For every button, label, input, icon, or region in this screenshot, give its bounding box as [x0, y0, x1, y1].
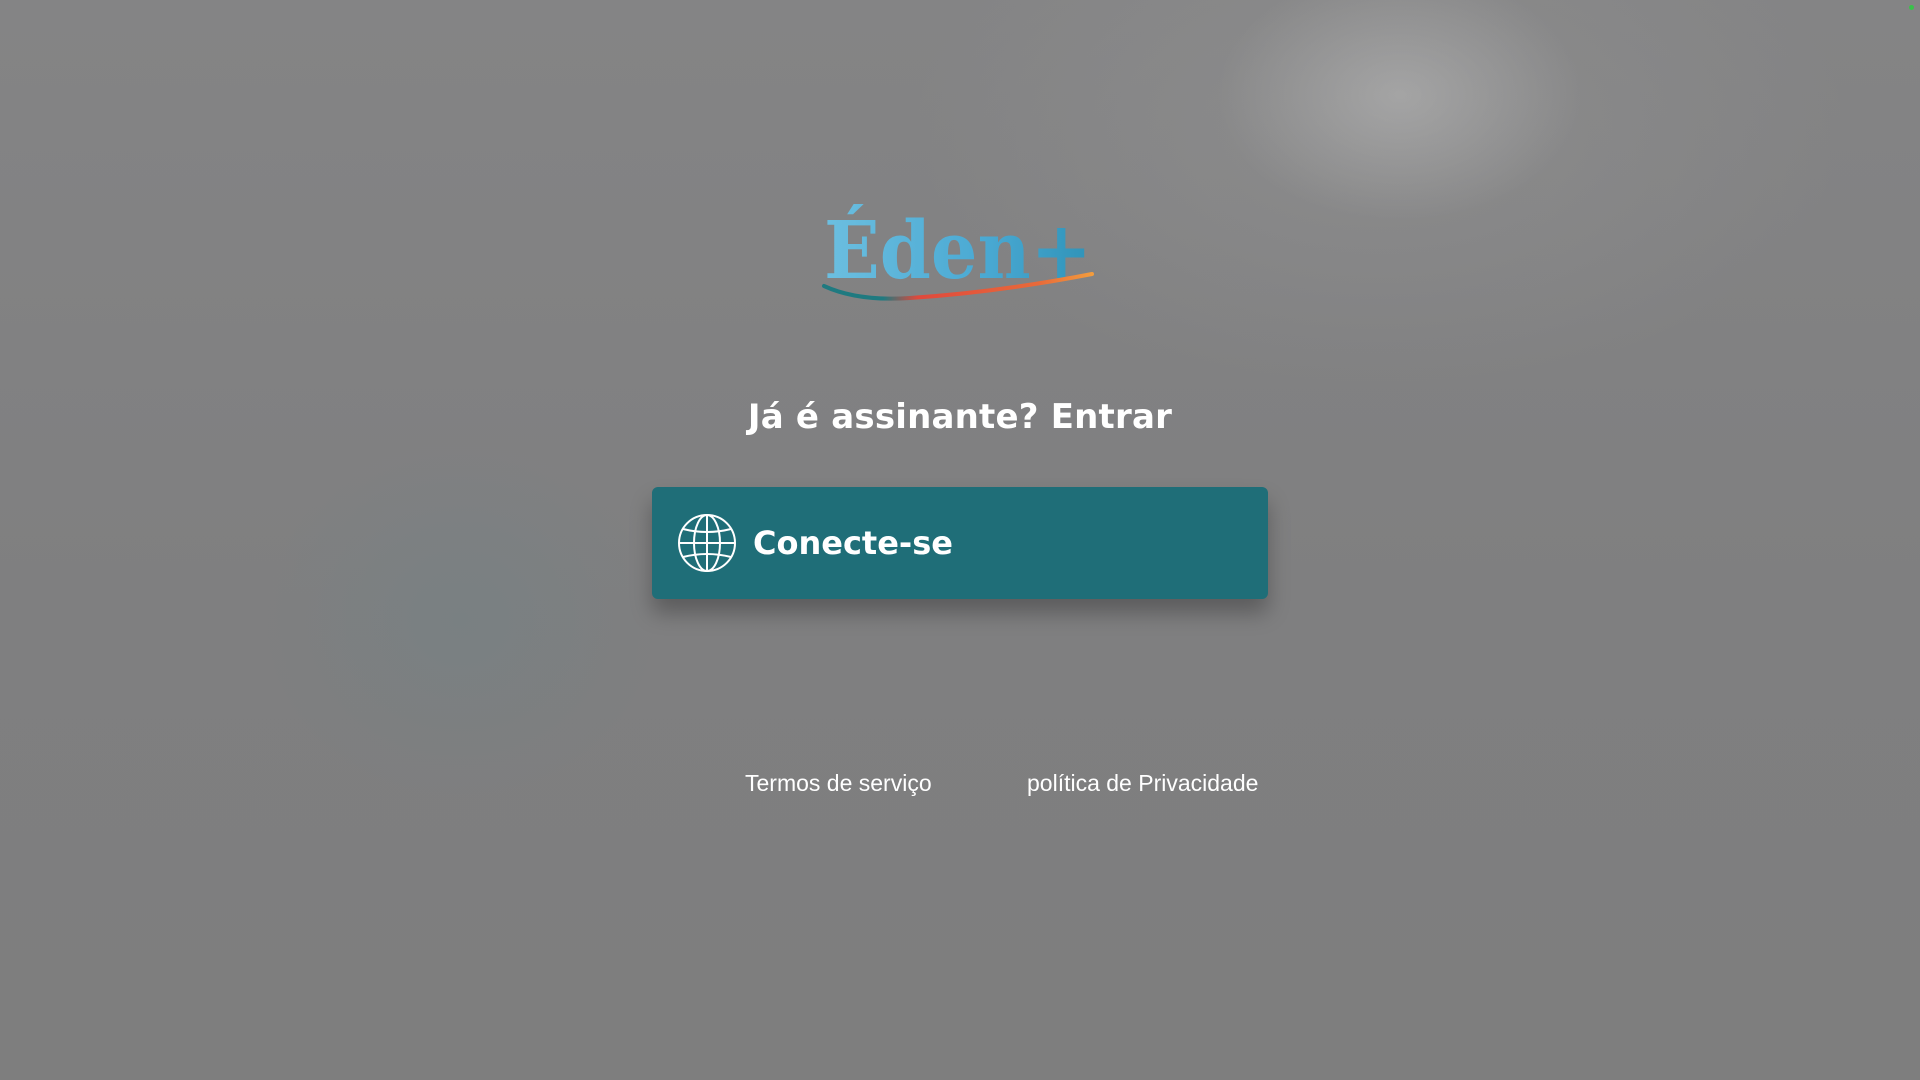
connect-button[interactable]: Conecte-se: [652, 487, 1268, 599]
page-title: Já é assinante? Entrar: [747, 397, 1173, 437]
footer-links: Termos de serviço política de Privacidad…: [0, 770, 1920, 800]
eden-plus-logo: Éden+: [820, 188, 1100, 310]
privacy-policy-link[interactable]: política de Privacidade: [1027, 770, 1258, 797]
status-indicator-dot: [1909, 5, 1914, 10]
terms-of-service-link[interactable]: Termos de serviço: [745, 770, 932, 797]
globe-icon: [677, 513, 737, 573]
connect-button-label: Conecte-se: [753, 524, 953, 562]
